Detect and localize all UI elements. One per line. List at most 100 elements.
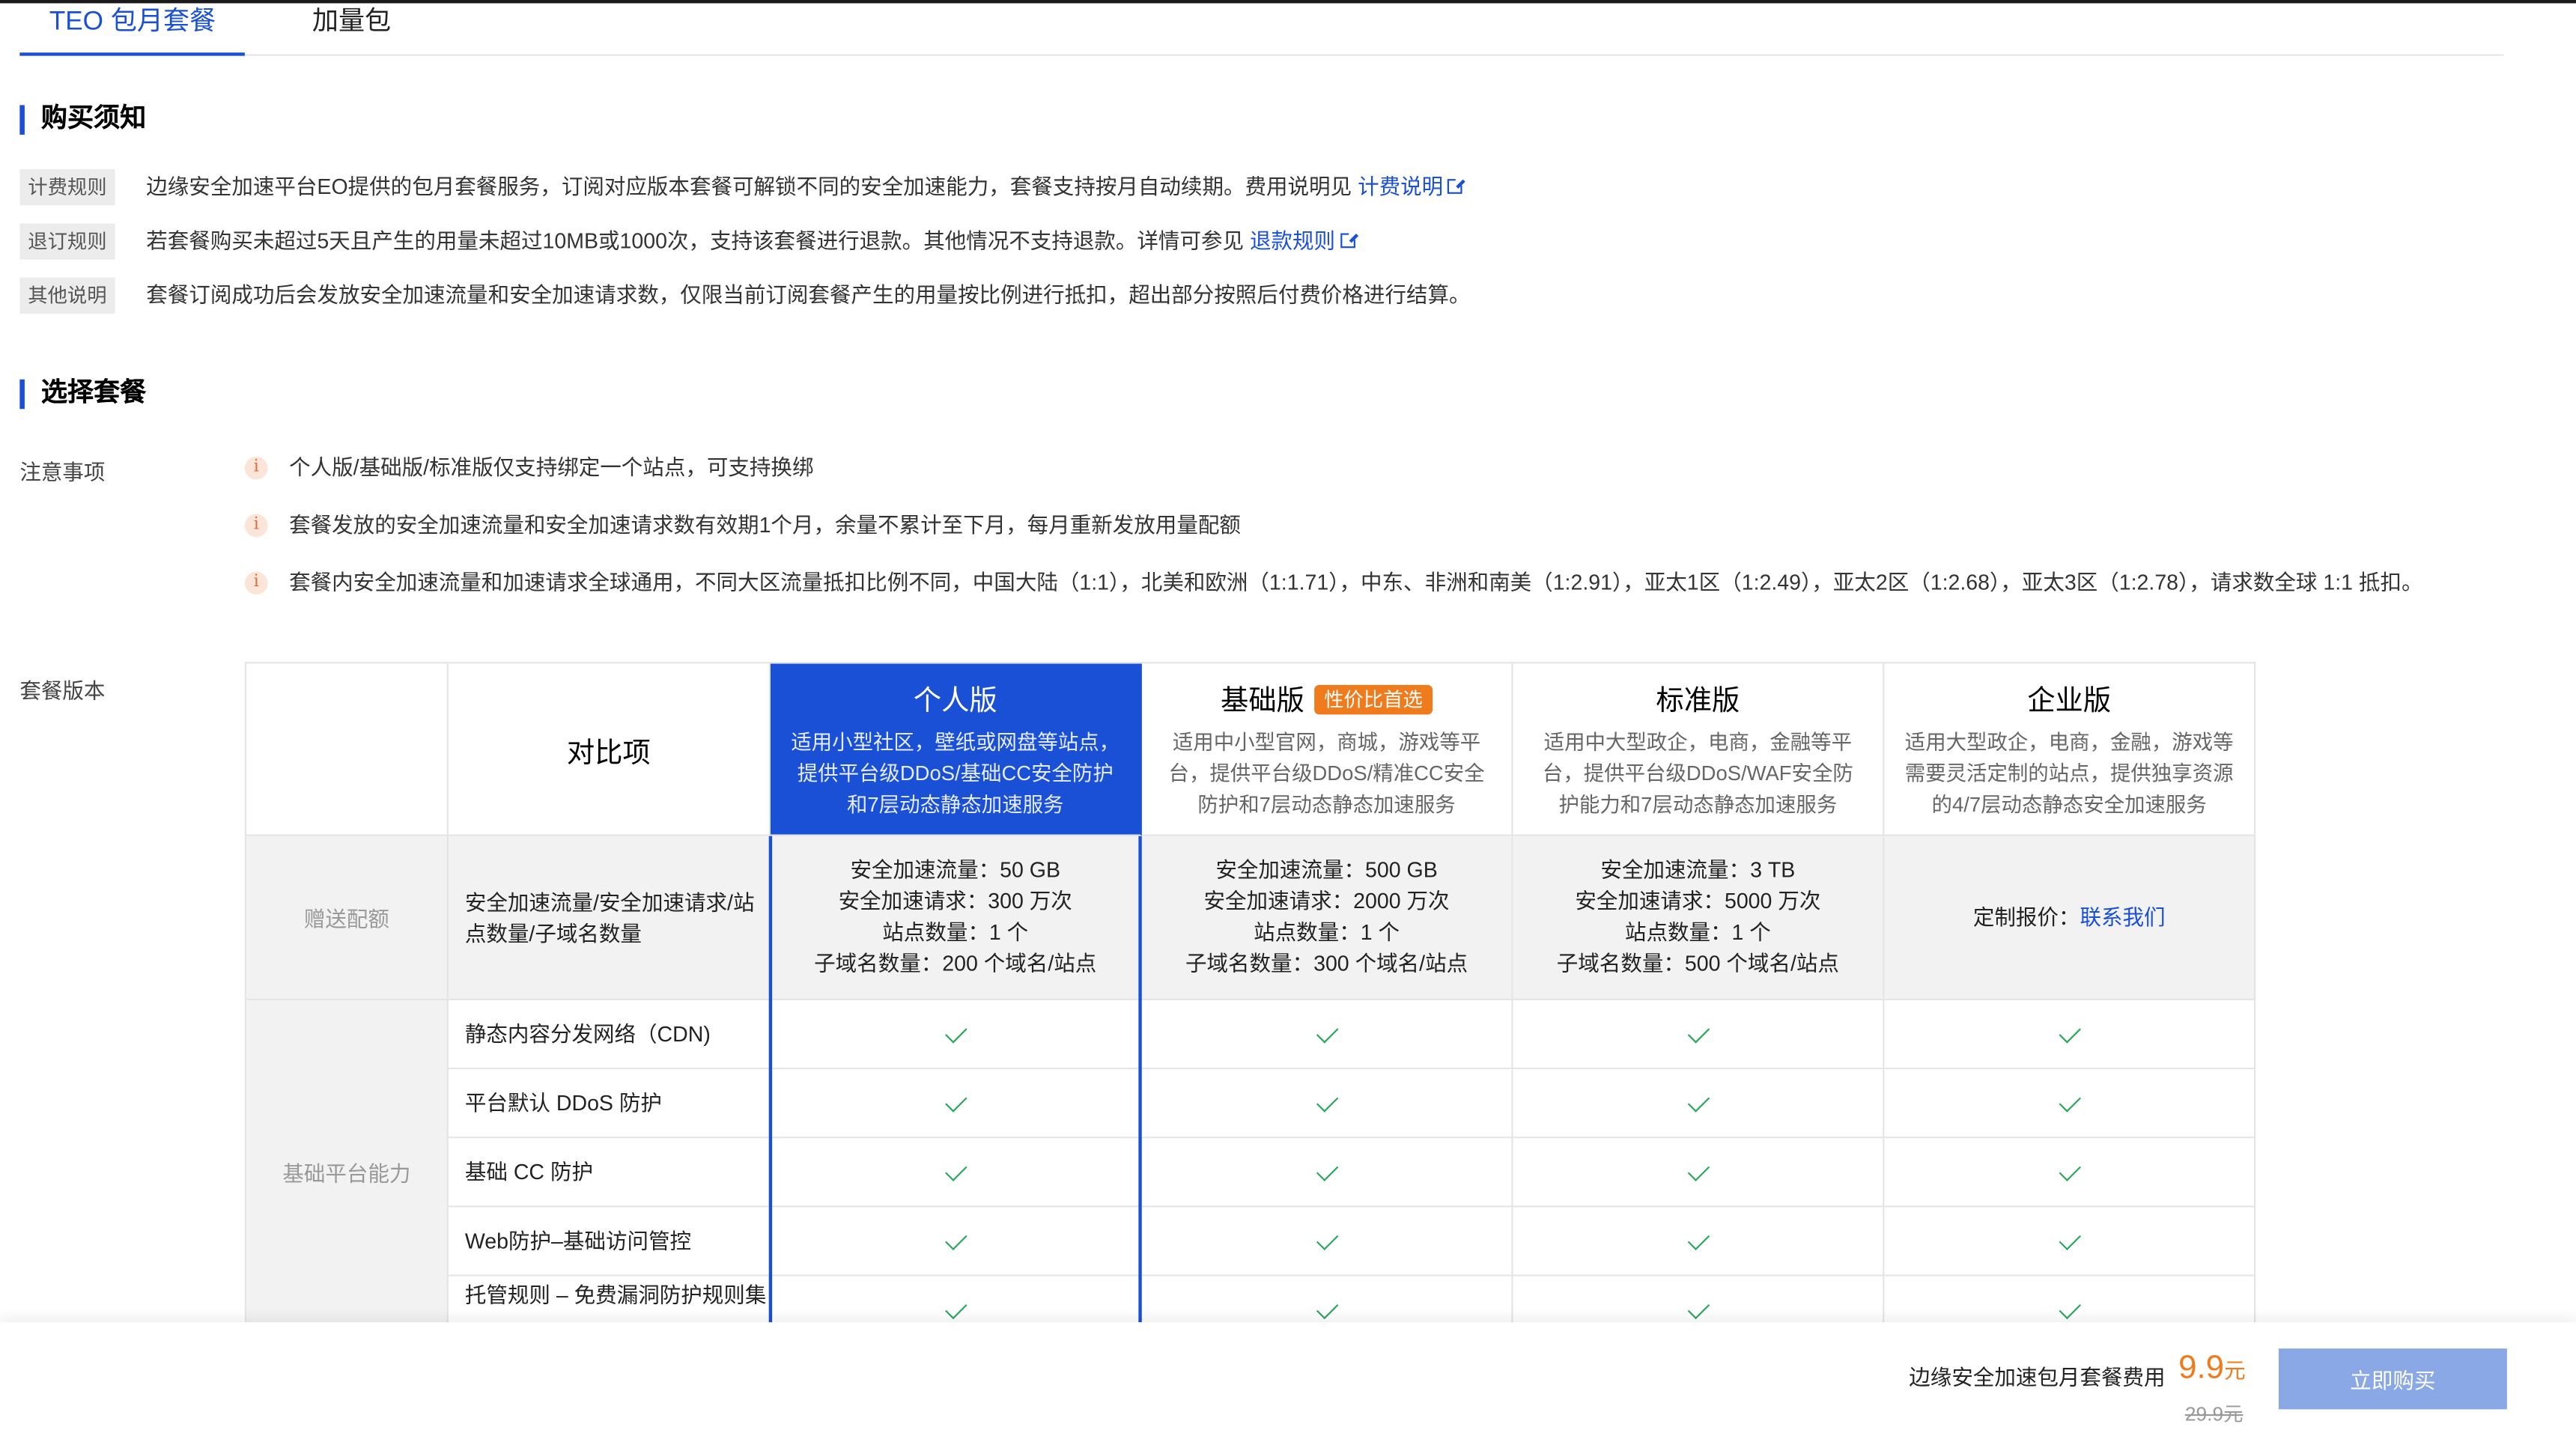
check-cell [770,1138,1142,1208]
gift-line: 安全加速流量：500 GB [1215,857,1438,883]
check-icon [1686,1020,1710,1043]
best-value-badge: 性价比首选 [1314,684,1433,715]
check-icon [1315,1020,1338,1043]
plan-name-wrap: 基础版 性价比首选 [1142,684,1512,719]
notice-text: 边缘安全加速平台EO提供的包月套餐服务，订阅对应版本套餐可解锁不同的安全加速能力… [146,169,1465,205]
notice-row-other: 其他说明 套餐订阅成功后会发放安全加速流量和安全加速请求数，仅限当前订阅套餐产生… [19,277,1991,314]
plan-desc: 适用大型政企，电商，金融，游戏等需要灵活定制的站点，提供独享资源的4/7层动态静… [1904,731,2234,817]
gift-personal: 安全加速流量：50 GB 安全加速请求：300 万次 站点数量：1 个 子域名数… [770,836,1142,1001]
check-icon [2058,1020,2080,1043]
plan-basic[interactable]: 基础版 性价比首选 适用中小型官网，商城，游戏等平台，提供平台级DDoS/精准CC… [1141,663,1513,836]
plan-version-label: 套餐版本 [19,678,106,703]
check-cell [770,1000,1142,1070]
purchase-notice-title: 购买须知 [19,103,146,136]
check-cell [1513,1069,1885,1139]
check-cell [770,1207,1142,1277]
tab-add-on-pack[interactable]: 加量包 [312,5,391,55]
check-icon [1315,1089,1338,1112]
notice-text: 套餐订阅成功后会发放安全加速流量和安全加速请求数，仅限当前订阅套餐产生的用量按比… [146,282,1471,308]
check-cell [1884,1138,2255,1208]
plan-desc: 适用中大型政企，电商，金融等平台，提供平台级DDoS/WAF安全防护能力和7层动… [1542,731,1853,817]
check-icon [944,1020,967,1043]
gift-basic: 安全加速流量：500 GB 安全加速请求：2000 万次 站点数量：1 个 子域… [1141,836,1513,1001]
gift-line: 站点数量：1 个 [1624,919,1771,945]
feature-cdn: 静态内容分发网络（CDN) [448,1000,771,1070]
gift-line: 安全加速流量：3 TB [1600,857,1796,883]
check-cell [1141,1207,1513,1277]
info-icon: i [244,514,268,538]
plan-comparison-table: 对比项 个人版 适用小型社区，壁纸或网盘等站点，提供平台级DDoS/基础CC安全… [244,662,2256,1336]
check-icon [944,1227,967,1250]
note-text: 套餐发放的安全加速流量和安全加速请求数有效期1个月，余量不累计至下月，每月重新发… [289,512,1241,538]
check-icon [1315,1296,1338,1319]
header-blank-cell [246,663,449,836]
plan-name: 企业版 [2027,684,2112,716]
check-icon [2058,1089,2080,1112]
note-item: i 个人版/基础版/标准版仅支持绑定一个站点，可支持换绑 [244,451,2512,484]
gift-line: 安全加速请求：300 万次 [838,888,1072,913]
selected-column-border-left [768,836,773,1336]
notice-label: 计费规则 [19,168,115,206]
check-icon [944,1158,967,1181]
gift-line: 子域名数量：500 个域名/站点 [1556,951,1839,976]
notice-label: 退订规则 [19,223,115,260]
check-icon [1315,1158,1338,1181]
compare-header: 对比项 [448,663,771,836]
custom-quote-text: 定制报价： [1972,904,2080,930]
external-link-icon [1448,177,1465,194]
notice-text: 若套餐购买未超过5天且产生的用量未超过10MB或1000次，支持该套餐进行退款。… [146,223,1357,259]
tab-teo-monthly[interactable]: TEO 包月套餐 [19,5,246,56]
gift-line: 站点数量：1 个 [882,919,1029,945]
tab-bar: TEO 包月套餐 加量包 [19,0,2504,56]
billing-doc-link[interactable]: 计费说明 [1358,174,1465,198]
plan-standard[interactable]: 标准版 适用中大型政企，电商，金融等平台，提供平台级DDoS/WAF安全防护能力… [1513,663,1885,836]
check-cell [1884,1069,2255,1139]
check-cell [1884,1207,2255,1277]
notes-label: 注意事项 [19,460,106,485]
gift-enterprise: 定制报价： 联系我们 [1884,836,2255,1001]
check-cell [1141,1000,1513,1070]
gift-group-label: 赠送配额 [246,836,449,1001]
note-item: i 套餐内安全加速流量和加速请求全球通用，不同大区流量抵扣比例不同，中国大陆（1… [244,567,2512,600]
feature-cc: 基础 CC 防护 [448,1138,771,1208]
plan-desc: 适用小型社区，壁纸或网盘等站点，提供平台级DDoS/基础CC安全防护和7层动态静… [791,731,1120,817]
note-text: 个人版/基础版/标准版仅支持绑定一个站点，可支持换绑 [289,454,814,480]
plan-name: 个人版 [913,684,997,716]
check-icon [2058,1227,2080,1250]
note-item: i 套餐发放的安全加速流量和安全加速请求数有效期1个月，余量不累计至下月，每月重… [244,509,2512,542]
contact-us-link[interactable]: 联系我们 [2080,901,2165,933]
check-icon [944,1296,967,1319]
check-cell [1884,1000,2255,1070]
gift-line: 安全加速请求：2000 万次 [1203,888,1450,913]
gift-standard: 安全加速流量：3 TB 安全加速请求：5000 万次 站点数量：1 个 子域名数… [1513,836,1885,1001]
check-cell [1513,1138,1885,1208]
check-icon [1315,1227,1338,1250]
refund-rules-link[interactable]: 退款规则 [1250,228,1357,253]
plan-name: 标准版 [1656,684,1740,716]
page: TEO 包月套餐 加量包 购买须知 计费规则 边缘安全加速平台EO提供的包月套餐… [0,0,2576,1430]
info-icon: i [244,456,268,480]
buy-now-button[interactable]: 立即购买 [2278,1348,2507,1410]
check-cell [1141,1138,1513,1208]
notice-row-refund: 退订规则 若套餐购买未超过5天且产生的用量未超过10MB或1000次，支持该套餐… [19,223,1991,260]
plan-enterprise[interactable]: 企业版 适用大型政企，电商，金融，游戏等需要灵活定制的站点，提供独享资源的4/7… [1884,663,2255,836]
external-link-icon [1340,231,1357,249]
gift-line: 子域名数量：300 个域名/站点 [1185,951,1468,976]
choose-plan-title: 选择套餐 [19,378,146,411]
check-icon [1686,1296,1710,1319]
gift-line: 子域名数量：200 个域名/站点 [814,951,1097,976]
plan-personal[interactable]: 个人版 适用小型社区，壁纸或网盘等站点，提供平台级DDoS/基础CC安全防护和7… [770,663,1142,836]
check-cell [1513,1207,1885,1277]
gift-row-head: 安全加速流量/安全加速请求/站点数量/子域名数量 [448,836,771,1001]
check-icon [944,1089,967,1112]
feature-web-access: Web防护–基础访问管控 [448,1207,771,1277]
check-icon [1686,1158,1710,1181]
check-cell [1141,1069,1513,1139]
check-icon [2058,1158,2080,1181]
selected-column-border-right [1138,836,1142,1336]
purchase-footer: 边缘安全加速包月套餐费用 9.9元 29.9元 立即购买 [0,1322,2576,1430]
current-price: 9.9元 [2178,1350,2246,1387]
notice-label: 其他说明 [19,277,115,314]
check-icon [1686,1227,1710,1250]
check-cell [1513,1000,1885,1070]
